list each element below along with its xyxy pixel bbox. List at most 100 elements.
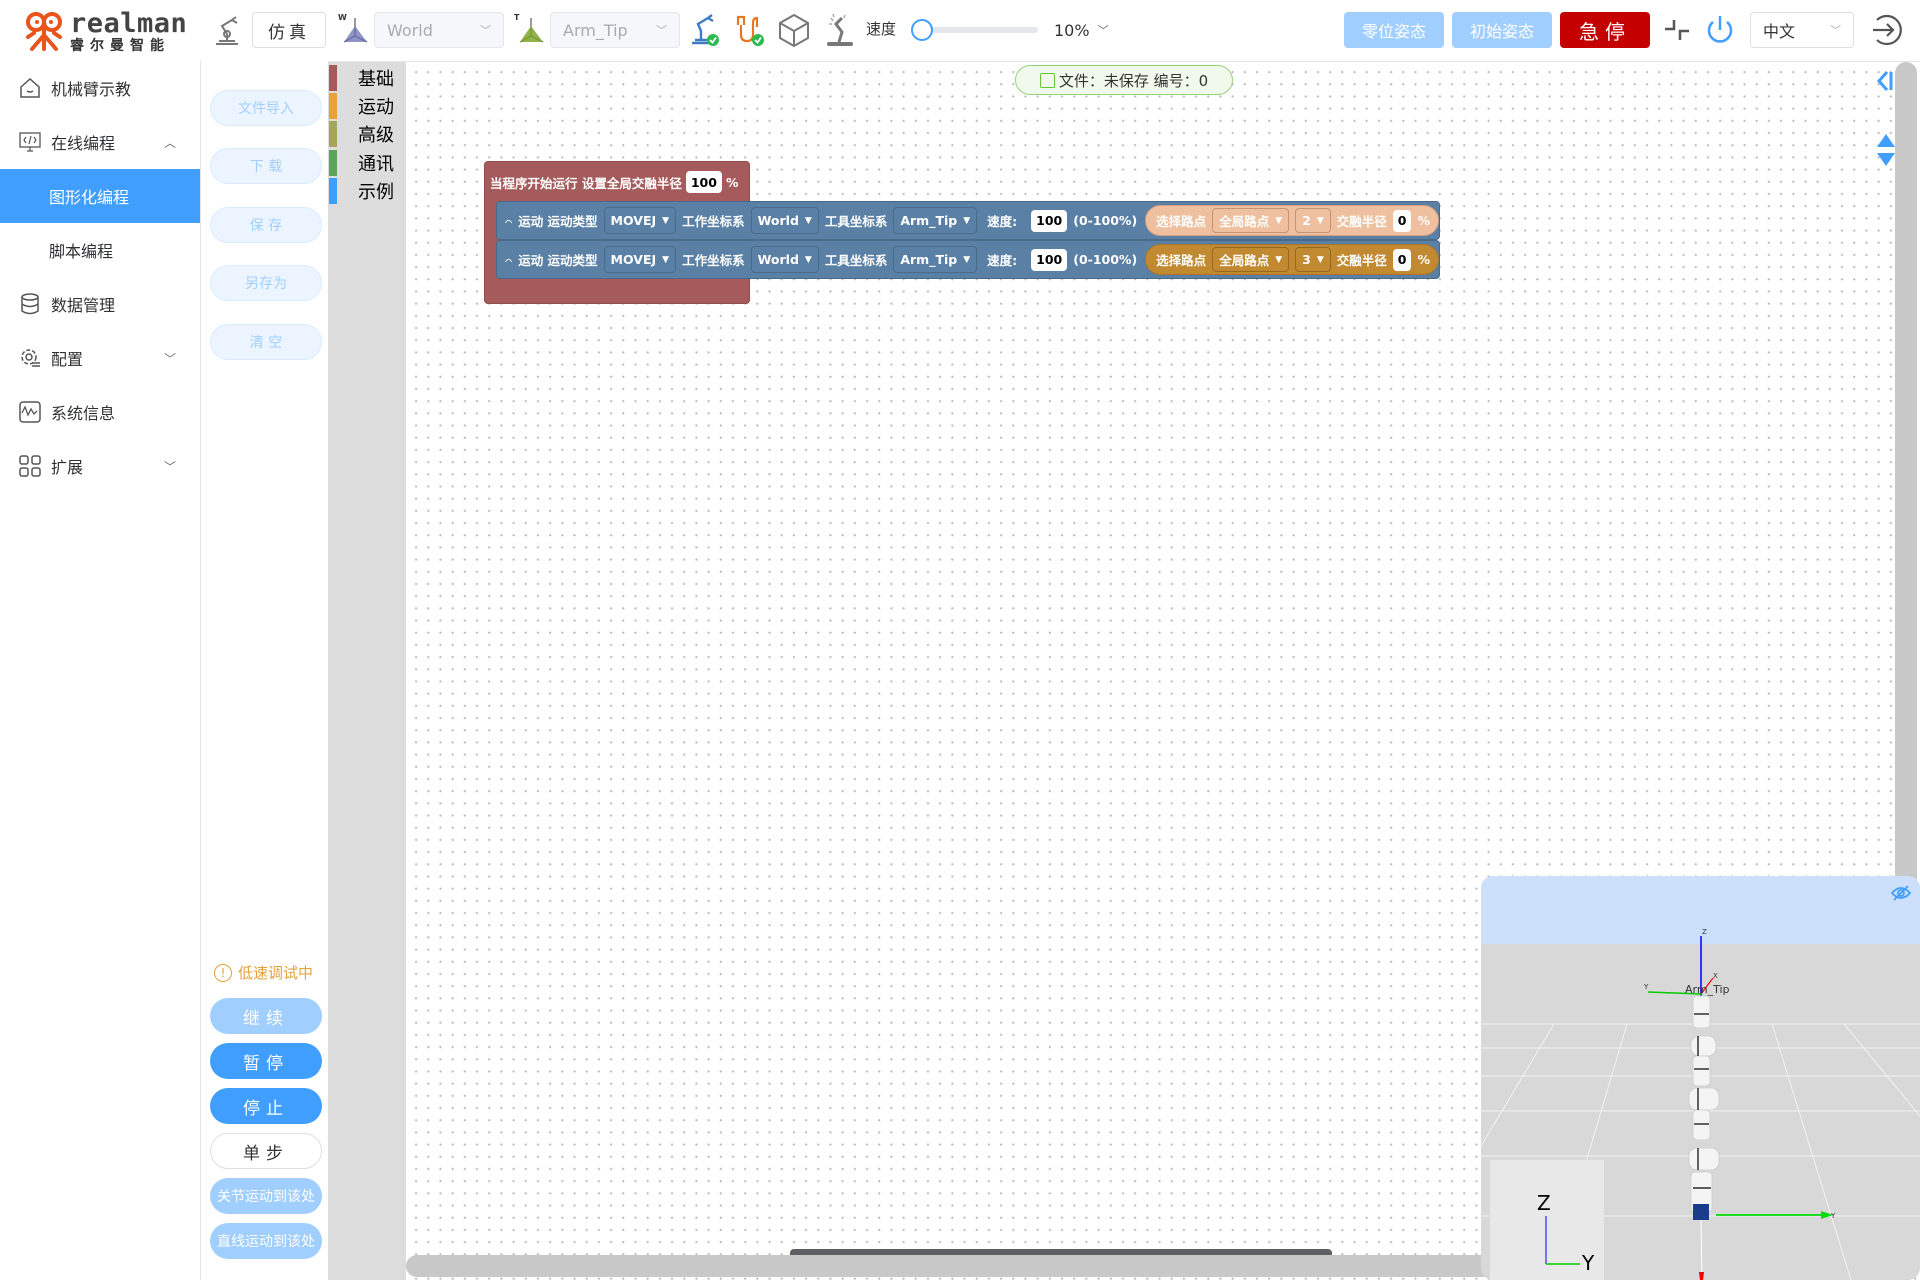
controller-connected-icon[interactable] — [732, 12, 766, 48]
tool-frame-icon: T — [512, 12, 550, 48]
sidebar-item-configuration[interactable]: 配置 ﹀ — [0, 331, 200, 385]
realman-logo-icon — [26, 12, 62, 51]
category-label: 通讯 — [358, 154, 394, 175]
dropdown-arrow-icon: ▼ — [1275, 254, 1283, 265]
step-button[interactable]: 单步 — [210, 1133, 322, 1169]
debug-status: ! 低速调试中 — [214, 962, 313, 983]
logout-icon[interactable] — [1866, 12, 1906, 48]
work-frame-select[interactable]: World ﹀ — [374, 12, 504, 48]
tool-frame-value: Arm_Tip — [900, 213, 958, 228]
category-basic[interactable]: 基础 — [328, 65, 406, 91]
chevron-down-icon: ﹀ — [1097, 24, 1109, 37]
horizontal-scrollbar[interactable] — [406, 1255, 1661, 1277]
move-type-dropdown[interactable]: MOVEJ ▼ — [603, 246, 677, 273]
blend-input[interactable]: 0 — [1392, 209, 1412, 232]
dropdown-arrow-icon: ▼ — [804, 254, 812, 265]
axis-gizmo: Z Y — [1490, 1160, 1604, 1280]
category-color-bar — [329, 65, 337, 91]
grid-icon — [18, 454, 42, 478]
power-icon[interactable] — [1702, 12, 1738, 48]
pulse-icon — [18, 400, 42, 424]
hide-viewer-icon[interactable] — [1890, 884, 1912, 902]
waypoint-scope-dropdown[interactable]: 全局路点 ▼ — [1212, 208, 1290, 233]
speed-slider-thumb[interactable] — [911, 19, 933, 41]
tool-frame-dropdown[interactable]: Arm_Tip ▼ — [893, 246, 978, 273]
blend-input[interactable]: 0 — [1392, 248, 1412, 271]
work-frame-dropdown[interactable]: World ▼ — [750, 207, 819, 234]
category-examples[interactable]: 示例 — [328, 178, 406, 204]
move-block[interactable]: 运动 运动类型 MOVEJ ▼ 工作坐标系 World ▼ 工具坐标系 Arm_Ti… — [496, 201, 1440, 240]
sidebar-item-arm-teaching[interactable]: 机械臂示教 — [0, 61, 200, 115]
sidebar-item-system-info[interactable]: 系统信息 — [0, 385, 200, 439]
emergency-stop-button[interactable]: 急停 — [1560, 12, 1650, 48]
import-file-button[interactable]: 文件导入 — [210, 90, 322, 126]
collapse-icon[interactable] — [1660, 12, 1694, 48]
sidebar-item-graphical-programming[interactable]: 图形化编程 — [0, 169, 200, 223]
joint-move-here-button[interactable]: 关节运动到该处 — [210, 1178, 322, 1214]
move-block-label: 运动 运动类型 — [518, 253, 598, 268]
clear-button[interactable]: 清 空 — [210, 324, 322, 360]
category-advanced[interactable]: 高级 — [328, 121, 406, 147]
move-block[interactable]: 运动 运动类型 MOVEJ ▼ 工作坐标系 World ▼ 工具坐标系 Arm_Ti… — [496, 240, 1440, 279]
sidebar-item-label: 配置 — [51, 350, 84, 369]
svg-text:W: W — [338, 13, 347, 22]
program-start-block-label: 当程序开始运行 设置全局交融半径 100 % — [490, 170, 738, 194]
speed-input[interactable]: 100 — [1031, 248, 1068, 271]
sidebar-item-label: 在线编程 — [51, 134, 116, 153]
chevron-down-icon: ﹀ — [480, 24, 491, 37]
linear-move-here-button[interactable]: 直线运动到该处 — [210, 1223, 322, 1259]
collapse-panel-icon[interactable] — [1876, 70, 1894, 92]
stop-button[interactable]: 停止 — [210, 1088, 322, 1124]
speed-slider-track[interactable] — [922, 27, 1038, 33]
block-category-palette: 基础 运动 高级 通讯 示例 — [328, 62, 406, 1280]
zero-pose-button[interactable]: 零位姿态 — [1344, 12, 1444, 48]
save-button[interactable]: 保 存 — [210, 207, 322, 243]
sidebar-item-data-management[interactable]: 数据管理 — [0, 277, 200, 331]
waypoint-scope-dropdown[interactable]: 全局路点 ▼ — [1212, 247, 1290, 272]
category-label: 高级 — [358, 125, 394, 146]
robot-connected-icon[interactable] — [688, 12, 722, 48]
sidebar-item-online-programming[interactable]: 在线编程 ︿ — [0, 115, 200, 169]
speed-percent-select[interactable]: 10% ﹀ — [1054, 18, 1109, 42]
robot-arm-icon[interactable] — [210, 12, 244, 48]
download-button[interactable]: 下 载 — [210, 148, 322, 184]
save-as-button[interactable]: 另存为 — [210, 265, 322, 301]
category-color-bar — [329, 93, 337, 119]
unit-label: % — [725, 174, 739, 190]
waypoint-selector-block[interactable]: 选择路点 全局路点 ▼ 3 ▼ 交融半径 0 % — [1145, 244, 1439, 275]
waypoint-index-dropdown[interactable]: 3 ▼ — [1295, 247, 1331, 272]
waypoint-index-value: 3 — [1302, 252, 1311, 267]
tool-frame-select[interactable]: Arm_Tip ﹀ — [550, 12, 680, 48]
category-communication[interactable]: 通讯 — [328, 150, 406, 176]
sidebar-item-label: 机械臂示教 — [51, 80, 132, 99]
scroll-up-down-icon[interactable] — [1876, 132, 1896, 168]
blend-label: 交融半径 — [1336, 214, 1387, 229]
speed-range-label: (0-100%) — [1073, 213, 1138, 228]
3d-model-icon[interactable] — [776, 12, 812, 48]
pause-button[interactable]: 暂停 — [210, 1043, 322, 1079]
start-block-text: 当程序开始运行 设置全局交融半径 — [490, 175, 682, 191]
global-blend-radius-input[interactable]: 100 — [685, 171, 722, 193]
speed-label: 速度 — [866, 20, 897, 38]
language-select[interactable]: 中文 ﹀ — [1750, 12, 1854, 48]
continue-button[interactable]: 继续 — [210, 998, 322, 1034]
sidebar-item-label: 图形化编程 — [49, 188, 130, 207]
collision-detection-icon[interactable] — [822, 12, 858, 48]
sidebar-item-script-programming[interactable]: 脚本编程 — [0, 223, 200, 277]
dropdown-arrow-icon: ▼ — [662, 254, 670, 265]
speed-input[interactable]: 100 — [1031, 209, 1068, 232]
initial-pose-button[interactable]: 初始姿态 — [1452, 12, 1552, 48]
simulation-mode-button[interactable]: 仿真 — [252, 12, 326, 48]
category-motion[interactable]: 运动 — [328, 93, 406, 119]
sidebar-item-extensions[interactable]: 扩展 ﹀ — [0, 439, 200, 493]
waypoint-selector-block[interactable]: 选择路点 全局路点 ▼ 2 ▼ 交融半径 0 % — [1145, 205, 1439, 236]
work-frame-value: World — [387, 20, 433, 40]
dropdown-arrow-icon: ▼ — [804, 215, 812, 226]
work-frame-dropdown[interactable]: World ▼ — [750, 246, 819, 273]
tool-frame-dropdown[interactable]: Arm_Tip ▼ — [893, 207, 978, 234]
3d-robot-viewer[interactable]: Z Y X Arm_Tip Y Z Y — [1481, 876, 1920, 1280]
waypoint-index-dropdown[interactable]: 2 ▼ — [1295, 208, 1331, 233]
sidebar-nav: 机械臂示教 在线编程 ︿ 图形化编程 脚本编程 数据管理 配置 ﹀ 系统信息 扩… — [0, 60, 201, 1280]
move-type-dropdown[interactable]: MOVEJ ▼ — [603, 207, 677, 234]
tool-frame-label: 工具坐标系 — [824, 253, 888, 268]
